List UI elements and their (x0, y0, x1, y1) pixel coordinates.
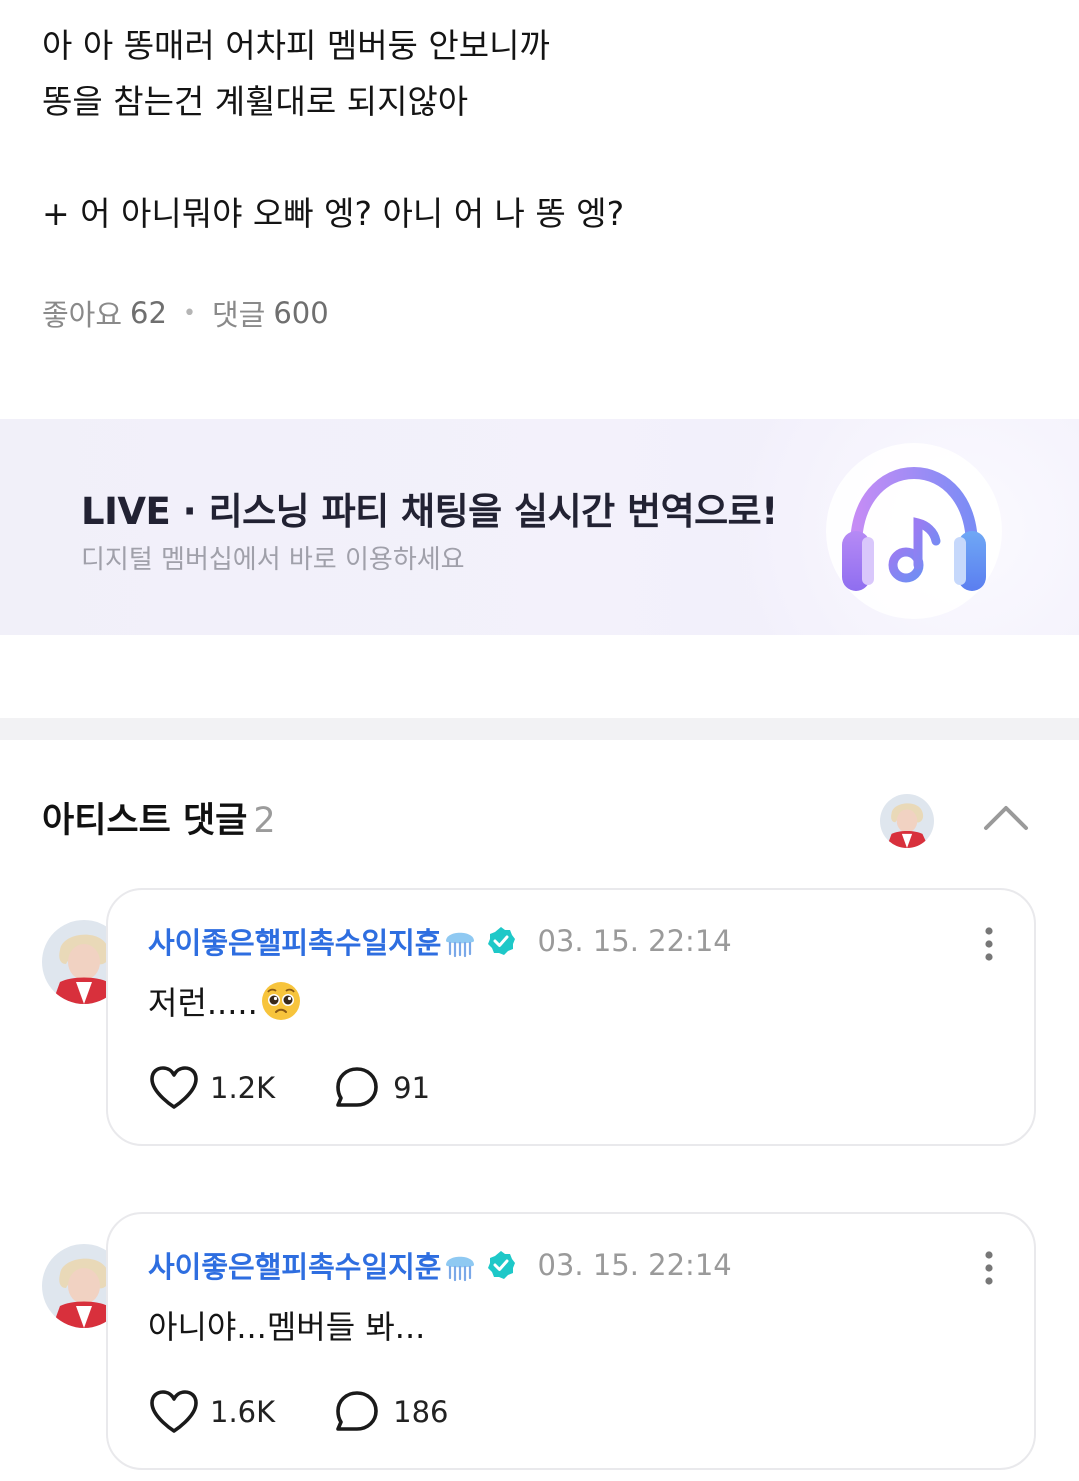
speech-bubble-icon (336, 1067, 378, 1107)
more-options-icon[interactable] (982, 1250, 996, 1286)
verified-badge-icon (488, 927, 516, 955)
like-count: 1.2K (210, 1071, 276, 1105)
separator-dot: • (182, 300, 196, 326)
more-options-icon[interactable] (982, 926, 996, 962)
comment-actions: 1.2K 91 (148, 1064, 430, 1112)
post-text-line: + 어 아니뭐야 오빠 엥? 아니 어 나 똥 엥? (42, 194, 625, 233)
comment-text: 저런..... (148, 978, 302, 1024)
post-text-line: 아 아 똥매러 어차피 멤버둥 안보니까 (42, 26, 550, 65)
reply-count: 91 (393, 1071, 431, 1105)
pleading-face-emoji (261, 982, 300, 1020)
comment-body: 아니야...멤버들 봐... (148, 1308, 426, 1346)
like-button[interactable]: 1.2K (148, 1064, 275, 1112)
reply-button[interactable]: 91 (331, 1064, 430, 1112)
post-text-line: 똥을 참는건 계휠대로 되지않아 (42, 82, 469, 121)
post-spacer (42, 130, 1042, 186)
comment-author[interactable]: 사이좋은핼피촉수일지훈 (148, 1244, 441, 1286)
comment-timestamp: 03. 15. 22:14 (537, 1248, 732, 1282)
comment-text: 아니야...멤버들 봐... (148, 1302, 425, 1348)
section-divider (0, 718, 1079, 740)
comment-header: 사이좋은핼피촉수일지훈 03. 15. 22:14 (148, 1244, 732, 1286)
banner-title: LIVE · 리스닝 파티 채팅을 실시간 번역으로! (81, 490, 778, 533)
promo-banner[interactable]: LIVE · 리스닝 파티 채팅을 실시간 번역으로! 디지털 멤버십에서 바로… (0, 419, 1079, 635)
likes-label: 좋아요 (42, 298, 123, 332)
avatar[interactable] (880, 794, 934, 848)
post-body: 아 아 똥매러 어차피 멤버둥 안보니까 똥을 참는건 계휠대로 되지않아 + … (42, 18, 1042, 242)
avatar-image (880, 794, 934, 848)
speech-bubble-icon (336, 1391, 378, 1431)
verified-badge-icon (488, 1251, 516, 1279)
comments-label: 댓글 (211, 298, 266, 332)
reply-button[interactable]: 186 (331, 1388, 449, 1436)
collapse-chevron-icon[interactable] (978, 796, 1034, 840)
comment-body: 저런..... (148, 984, 258, 1022)
artist-comment-card: 사이좋은핼피촉수일지훈 03. 15. 22:14 아니야...멤버들 봐...… (106, 1212, 1036, 1470)
like-button[interactable]: 1.6K (148, 1388, 275, 1436)
jellyfish-emoji-icon (446, 932, 475, 958)
artist-comment-card: 사이좋은핼피촉수일지훈 03. 15. 22:14 저런..... 1.2K 9… (106, 888, 1036, 1146)
artist-comments-header: 아티스트 댓글 2 (42, 792, 276, 843)
like-count: 1.6K (210, 1395, 276, 1429)
headphones-music-icon (842, 466, 986, 591)
likes-count[interactable]: 62 (130, 296, 167, 330)
reply-count: 186 (393, 1395, 449, 1429)
post-stats: 좋아요 62 • 댓글 600 (42, 292, 329, 334)
heart-icon (150, 1390, 198, 1433)
section-count: 2 (253, 801, 276, 841)
section-title: 아티스트 댓글 (42, 801, 248, 841)
comment-actions: 1.6K 186 (148, 1388, 449, 1436)
comment-author[interactable]: 사이좋은핼피촉수일지훈 (148, 920, 441, 962)
comment-timestamp: 03. 15. 22:14 (537, 924, 732, 958)
banner-subtitle: 디지털 멤버십에서 바로 이용하세요 (81, 545, 465, 575)
heart-icon (150, 1066, 198, 1109)
comment-header: 사이좋은핼피촉수일지훈 03. 15. 22:14 (148, 920, 732, 962)
jellyfish-emoji-icon (446, 1256, 475, 1282)
comments-count[interactable]: 600 (273, 296, 328, 330)
